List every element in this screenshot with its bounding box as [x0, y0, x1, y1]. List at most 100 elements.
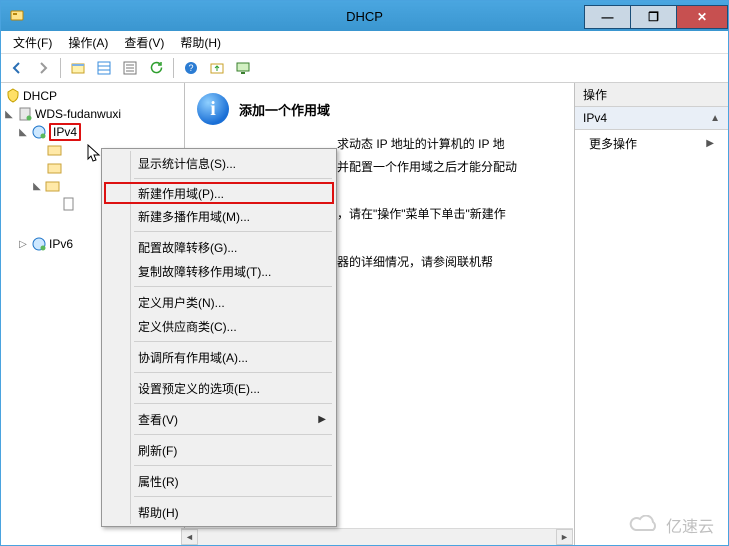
help-button[interactable]: ?: [179, 56, 203, 80]
details-button[interactable]: [118, 56, 142, 80]
info-icon: i: [197, 93, 229, 125]
context-menu-item-label: 帮助(H): [138, 504, 179, 521]
context-menu-separator: [134, 231, 332, 232]
dhcp-icon: [5, 88, 21, 104]
context-menu-separator: [134, 496, 332, 497]
window-controls: — ❐ ✕: [585, 5, 728, 27]
context-menu-item-view[interactable]: 查看(V) ▶: [104, 407, 334, 431]
menu-help[interactable]: 帮助(H): [172, 32, 229, 53]
folder-icon: [47, 160, 63, 176]
content-line: 求动态 IP 地址的计算机的 IP 地: [337, 135, 562, 154]
context-menu-item-refresh[interactable]: 刷新(F): [104, 438, 334, 462]
content-line: 并配置一个作用域之后才能分配动: [337, 158, 562, 177]
horizontal-scrollbar[interactable]: ◄ ►: [181, 528, 573, 545]
content-title: 添加一个作用域: [239, 100, 330, 119]
monitor-button[interactable]: [231, 56, 255, 80]
title-bar: DHCP — ❐ ✕: [1, 1, 728, 31]
tree-ipv4[interactable]: ◣ IPv4: [3, 123, 182, 141]
content-line: ，请在"操作"菜单下单击"新建作: [337, 205, 562, 224]
context-menu-item-label: 配置故障转移(G)...: [138, 239, 237, 256]
toolbar-separator: [173, 58, 174, 78]
context-menu-item-predef[interactable]: 设置预定义的选项(E)...: [104, 376, 334, 400]
maximize-button[interactable]: ❐: [630, 5, 677, 29]
toolbar-separator: [60, 58, 61, 78]
chevron-up-icon: ▲: [710, 113, 720, 124]
menu-action[interactable]: 操作(A): [60, 32, 116, 53]
context-menu-item-label: 查看(V): [138, 411, 178, 428]
context-menu-item-stats[interactable]: 显示统计信息(S)...: [104, 151, 334, 175]
export-button[interactable]: [205, 56, 229, 80]
expand-icon[interactable]: ▷: [17, 239, 29, 250]
ipv6-icon: [31, 236, 47, 252]
context-menu-item-help[interactable]: 帮助(H): [104, 500, 334, 524]
context-menu-item-new_scope[interactable]: 新建作用域(P)...: [104, 182, 334, 204]
content-header: i 添加一个作用域: [197, 93, 562, 125]
context-menu-item-reconcile[interactable]: 协调所有作用域(A)...: [104, 345, 334, 369]
context-menu-separator: [134, 341, 332, 342]
action-section-label: IPv4: [583, 111, 607, 125]
action-more-label: 更多操作: [589, 135, 637, 152]
sheet-icon: [61, 196, 77, 212]
context-menu-item-cfg_fail[interactable]: 配置故障转移(G)...: [104, 235, 334, 259]
app-window: DHCP — ❐ ✕ 文件(F) 操作(A) 查看(V) 帮助(H) ?: [0, 0, 729, 546]
toolbar: ?: [1, 54, 728, 83]
tree-server[interactable]: ◣ WDS-fudanwuxi: [3, 105, 182, 123]
folder-icon: [47, 142, 63, 158]
context-menu-item-new_mcast[interactable]: 新建多播作用域(M)...: [104, 204, 334, 228]
scroll-right-button[interactable]: ►: [556, 529, 573, 545]
action-pane-header: 操作: [575, 83, 728, 107]
context-menu-item-label: 新建作用域(P)...: [138, 185, 224, 202]
context-menu-item-label: 新建多播作用域(M)...: [138, 208, 250, 225]
watermark-text: 亿速云: [666, 513, 714, 537]
app-icon: [9, 8, 25, 24]
context-menu-item-label: 设置预定义的选项(E)...: [138, 380, 260, 397]
content-line: 器的详细情况，请参阅联机帮: [337, 253, 562, 272]
collapse-icon[interactable]: ◣: [31, 181, 43, 192]
tree-root-label: DHCP: [23, 89, 57, 103]
menu-view[interactable]: 查看(V): [116, 32, 172, 53]
submenu-arrow-icon: ▶: [318, 414, 326, 425]
action-section-ipv4[interactable]: IPv4 ▲: [575, 107, 728, 130]
context-menu-item-label: 属性(R): [138, 473, 179, 490]
watermark: 亿速云: [628, 513, 714, 537]
scroll-left-button[interactable]: ◄: [181, 529, 198, 545]
context-menu-item-label: 定义供应商类(C)...: [138, 318, 237, 335]
cloud-icon: [628, 515, 662, 535]
context-menu-item-label: 刷新(F): [138, 442, 177, 459]
collapse-icon[interactable]: ◣: [3, 109, 15, 120]
context-menu-item-rep_fail[interactable]: 复制故障转移作用域(T)...: [104, 259, 334, 283]
menu-bar: 文件(F) 操作(A) 查看(V) 帮助(H): [1, 31, 728, 54]
context-menu-item-user_class[interactable]: 定义用户类(N)...: [104, 290, 334, 314]
menu-file[interactable]: 文件(F): [5, 32, 60, 53]
list-button[interactable]: [92, 56, 116, 80]
collapse-icon[interactable]: ◣: [17, 127, 29, 138]
action-pane: 操作 IPv4 ▲ 更多操作 ▶: [575, 83, 728, 546]
server-icon: [17, 106, 33, 122]
context-menu-item-label: 定义用户类(N)...: [138, 294, 225, 311]
forward-button[interactable]: [31, 56, 55, 80]
context-menu-separator: [134, 465, 332, 466]
tree-ipv4-label: IPv4: [49, 123, 81, 141]
chevron-right-icon: ▶: [706, 138, 714, 149]
close-button[interactable]: ✕: [676, 5, 728, 29]
context-menu-separator: [134, 372, 332, 373]
context-menu-item-props[interactable]: 属性(R): [104, 469, 334, 493]
ipv4-icon: [31, 124, 47, 140]
context-menu-separator: [134, 403, 332, 404]
folder-icon: [45, 178, 61, 194]
context-menu-item-vendor_class[interactable]: 定义供应商类(C)...: [104, 314, 334, 338]
context-menu-separator: [134, 178, 332, 179]
tree-server-label: WDS-fudanwuxi: [35, 107, 121, 121]
context-menu-item-label: 复制故障转移作用域(T)...: [138, 263, 271, 280]
svg-text:?: ?: [188, 63, 193, 73]
refresh-button[interactable]: [144, 56, 168, 80]
context-menu-item-label: 显示统计信息(S)...: [138, 155, 236, 172]
action-more[interactable]: 更多操作 ▶: [575, 130, 728, 157]
minimize-button[interactable]: —: [584, 5, 631, 29]
scroll-track[interactable]: [198, 529, 556, 545]
add-button[interactable]: [66, 56, 90, 80]
back-button[interactable]: [5, 56, 29, 80]
tree-root-dhcp[interactable]: DHCP: [3, 87, 182, 105]
context-menu-separator: [134, 286, 332, 287]
context-menu: 显示统计信息(S)... 新建作用域(P)... 新建多播作用域(M)... 配置故障…: [101, 148, 337, 527]
